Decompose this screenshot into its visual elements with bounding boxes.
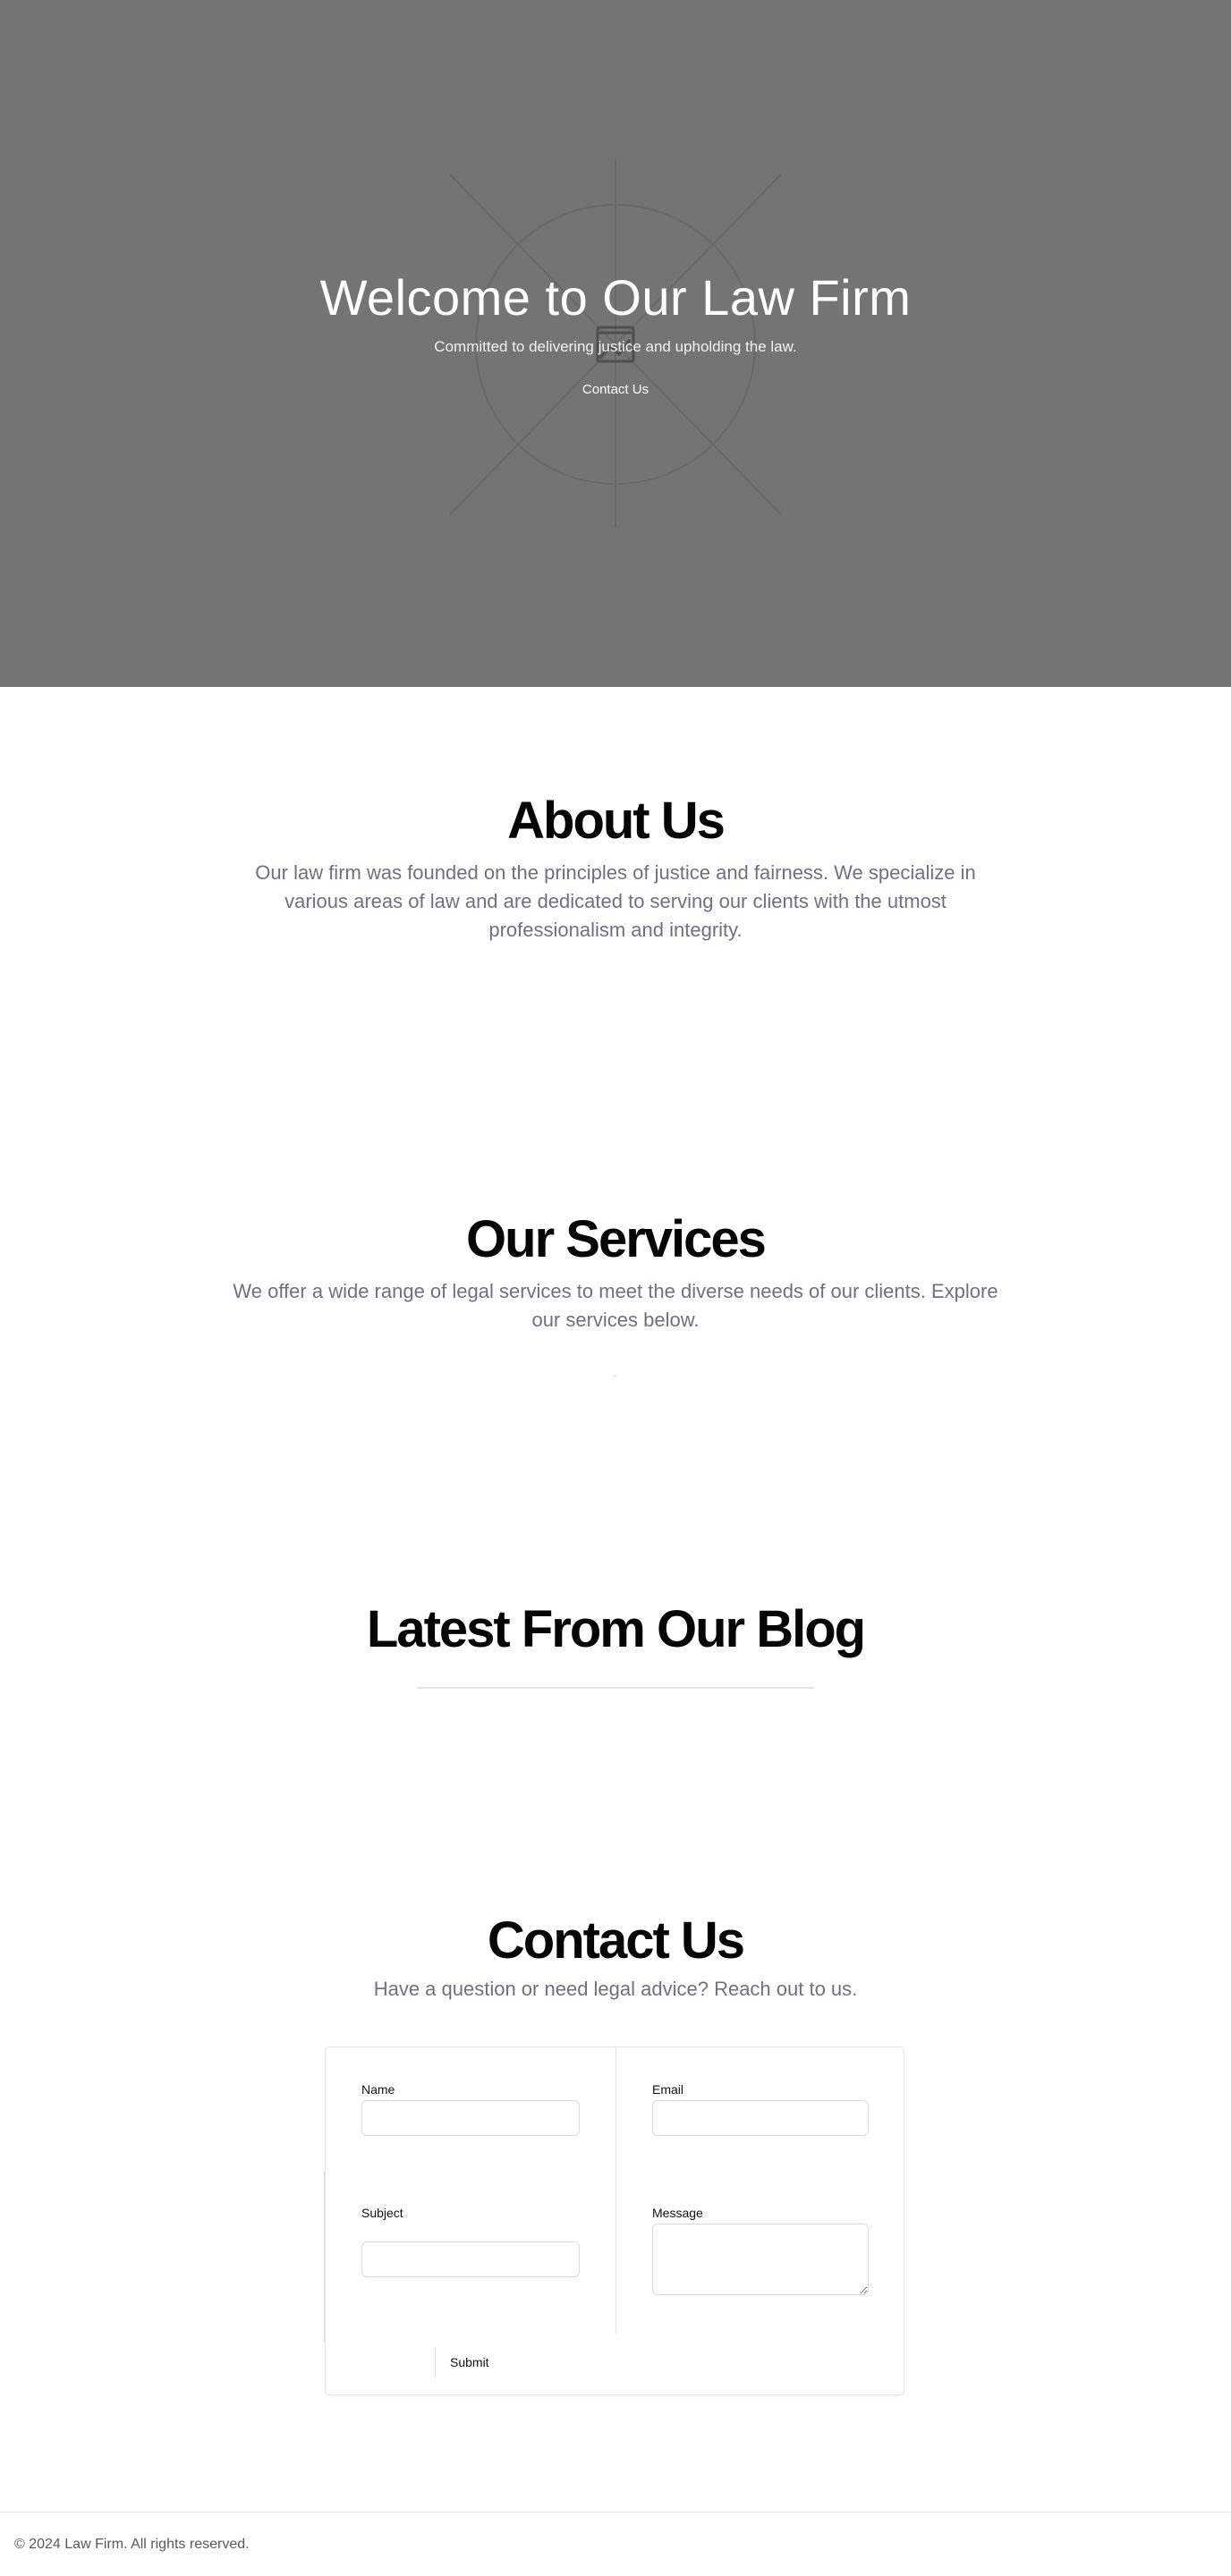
contact-text: Have a question or need legal advice? Re…	[373, 1978, 858, 2000]
services-text: We offer a wide range of legal services …	[233, 1280, 998, 1331]
about-text: Our law firm was founded on the principl…	[255, 861, 976, 941]
footer-copyright: © 2024 Law Firm. All rights reserved.	[14, 2537, 250, 2552]
contact-form-card	[325, 2046, 904, 2395]
message-label: Message	[652, 2206, 703, 2220]
subject-label: Subject	[361, 2206, 403, 2220]
blog-divider	[417, 1687, 814, 1689]
hero-subtitle: Committed to delivering justice and upho…	[434, 338, 797, 355]
message-field[interactable]	[652, 2224, 869, 2295]
services-list-placeholder	[614, 1376, 616, 1377]
name-field[interactable]	[361, 2100, 580, 2136]
form-left-edge	[324, 2172, 325, 2342]
contact-title: Contact Us	[487, 1911, 745, 1970]
name-label: Name	[361, 2082, 395, 2097]
hero-section: Welcome to Our Law Firm Committed to del…	[0, 0, 1231, 687]
about-title: About Us	[507, 792, 726, 850]
blog-title: Latest From Our Blog	[366, 1600, 866, 1658]
email-field[interactable]	[652, 2100, 869, 2136]
hero-title: Welcome to Our Law Firm	[319, 269, 912, 326]
subject-field[interactable]	[361, 2241, 580, 2277]
services-title: Our Services	[466, 1210, 767, 1268]
hero-contact-button[interactable]: Contact Us	[562, 377, 669, 402]
email-label: Email	[652, 2082, 684, 2097]
submit-button[interactable]: Submit	[435, 2347, 497, 2377]
